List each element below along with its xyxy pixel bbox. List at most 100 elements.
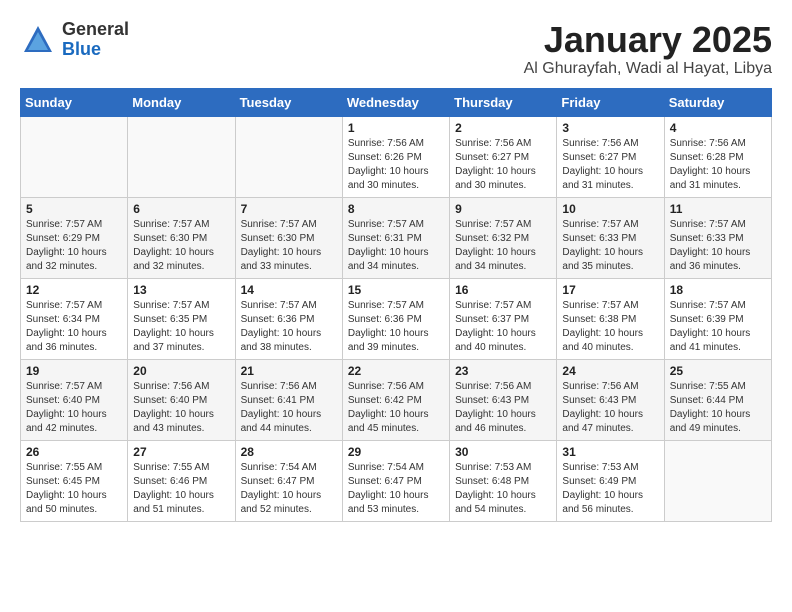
week-row-3: 12 Sunrise: 7:57 AMSunset: 6:34 PMDayligh… [21, 278, 772, 359]
day-info: Sunrise: 7:56 AMSunset: 6:28 PMDaylight:… [670, 137, 766, 193]
day-info: Sunrise: 7:53 AMSunset: 6:48 PMDaylight:… [455, 461, 551, 517]
day-number: 8 [348, 202, 444, 216]
day-info: Sunrise: 7:57 AMSunset: 6:29 PMDaylight:… [26, 218, 122, 274]
day-info: Sunrise: 7:56 AMSunset: 6:26 PMDaylight:… [348, 137, 444, 193]
day-number: 12 [26, 283, 122, 297]
week-row-4: 19 Sunrise: 7:57 AMSunset: 6:40 PMDayligh… [21, 359, 772, 440]
day-number: 19 [26, 364, 122, 378]
logo: General Blue [20, 20, 129, 60]
day-number: 1 [348, 121, 444, 135]
day-number: 5 [26, 202, 122, 216]
day-cell: 30 Sunrise: 7:53 AMSunset: 6:48 PMDayligh… [450, 440, 557, 521]
calendar-subtitle: Al Ghurayfah, Wadi al Hayat, Libya [524, 60, 772, 78]
logo-blue-text: Blue [62, 40, 129, 60]
day-number: 31 [562, 445, 658, 459]
day-cell [235, 116, 342, 197]
day-cell: 28 Sunrise: 7:54 AMSunset: 6:47 PMDayligh… [235, 440, 342, 521]
day-info: Sunrise: 7:57 AMSunset: 6:31 PMDaylight:… [348, 218, 444, 274]
day-cell: 7 Sunrise: 7:57 AMSunset: 6:30 PMDaylight… [235, 197, 342, 278]
day-info: Sunrise: 7:56 AMSunset: 6:41 PMDaylight:… [241, 380, 337, 436]
logo-text: General Blue [62, 20, 129, 60]
logo-icon [20, 22, 56, 58]
day-number: 3 [562, 121, 658, 135]
day-number: 7 [241, 202, 337, 216]
day-info: Sunrise: 7:57 AMSunset: 6:33 PMDaylight:… [670, 218, 766, 274]
week-row-5: 26 Sunrise: 7:55 AMSunset: 6:45 PMDayligh… [21, 440, 772, 521]
day-cell: 14 Sunrise: 7:57 AMSunset: 6:36 PMDayligh… [235, 278, 342, 359]
day-number: 20 [133, 364, 229, 378]
day-info: Sunrise: 7:55 AMSunset: 6:44 PMDaylight:… [670, 380, 766, 436]
day-info: Sunrise: 7:57 AMSunset: 6:34 PMDaylight:… [26, 299, 122, 355]
week-row-2: 5 Sunrise: 7:57 AMSunset: 6:29 PMDaylight… [21, 197, 772, 278]
day-cell: 18 Sunrise: 7:57 AMSunset: 6:39 PMDayligh… [664, 278, 771, 359]
header-day-thursday: Thursday [450, 88, 557, 116]
header-day-saturday: Saturday [664, 88, 771, 116]
day-number: 14 [241, 283, 337, 297]
day-info: Sunrise: 7:56 AMSunset: 6:43 PMDaylight:… [455, 380, 551, 436]
day-cell: 20 Sunrise: 7:56 AMSunset: 6:40 PMDayligh… [128, 359, 235, 440]
day-number: 16 [455, 283, 551, 297]
day-number: 26 [26, 445, 122, 459]
day-cell: 21Sunrise: 7:56 AMSunset: 6:41 PMDayligh… [235, 359, 342, 440]
day-number: 22 [348, 364, 444, 378]
day-info: Sunrise: 7:57 AMSunset: 6:36 PMDaylight:… [241, 299, 337, 355]
day-info: Sunrise: 7:56 AMSunset: 6:27 PMDaylight:… [562, 137, 658, 193]
title-block: January 2025 Al Ghurayfah, Wadi al Hayat… [524, 20, 772, 78]
header-day-monday: Monday [128, 88, 235, 116]
day-info: Sunrise: 7:53 AMSunset: 6:49 PMDaylight:… [562, 461, 658, 517]
day-cell: 23 Sunrise: 7:56 AMSunset: 6:43 PMDayligh… [450, 359, 557, 440]
day-info: Sunrise: 7:56 AMSunset: 6:40 PMDaylight:… [133, 380, 229, 436]
page-header: General Blue January 2025 Al Ghurayfah, … [20, 20, 772, 78]
day-cell: 12 Sunrise: 7:57 AMSunset: 6:34 PMDayligh… [21, 278, 128, 359]
day-number: 4 [670, 121, 766, 135]
day-number: 2 [455, 121, 551, 135]
day-number: 10 [562, 202, 658, 216]
day-info: Sunrise: 7:57 AMSunset: 6:30 PMDaylight:… [241, 218, 337, 274]
day-cell: 9 Sunrise: 7:57 AMSunset: 6:32 PMDaylight… [450, 197, 557, 278]
week-row-1: 1 Sunrise: 7:56 AMSunset: 6:26 PMDaylight… [21, 116, 772, 197]
day-info: Sunrise: 7:57 AMSunset: 6:39 PMDaylight:… [670, 299, 766, 355]
day-info: Sunrise: 7:54 AMSunset: 6:47 PMDaylight:… [348, 461, 444, 517]
day-cell [664, 440, 771, 521]
day-info: Sunrise: 7:54 AMSunset: 6:47 PMDaylight:… [241, 461, 337, 517]
day-info: Sunrise: 7:56 AMSunset: 6:43 PMDaylight:… [562, 380, 658, 436]
day-number: 24 [562, 364, 658, 378]
day-number: 23 [455, 364, 551, 378]
day-number: 29 [348, 445, 444, 459]
day-info: Sunrise: 7:56 AMSunset: 6:27 PMDaylight:… [455, 137, 551, 193]
day-info: Sunrise: 7:57 AMSunset: 6:36 PMDaylight:… [348, 299, 444, 355]
day-cell: 17 Sunrise: 7:57 AMSunset: 6:38 PMDayligh… [557, 278, 664, 359]
day-info: Sunrise: 7:57 AMSunset: 6:33 PMDaylight:… [562, 218, 658, 274]
day-number: 18 [670, 283, 766, 297]
day-number: 13 [133, 283, 229, 297]
day-number: 28 [241, 445, 337, 459]
day-cell: 15 Sunrise: 7:57 AMSunset: 6:36 PMDayligh… [342, 278, 449, 359]
day-info: Sunrise: 7:57 AMSunset: 6:40 PMDaylight:… [26, 380, 122, 436]
header-day-friday: Friday [557, 88, 664, 116]
day-number: 6 [133, 202, 229, 216]
day-cell: 19 Sunrise: 7:57 AMSunset: 6:40 PMDayligh… [21, 359, 128, 440]
day-cell: 10 Sunrise: 7:57 AMSunset: 6:33 PMDayligh… [557, 197, 664, 278]
day-number: 25 [670, 364, 766, 378]
header-row: SundayMondayTuesdayWednesdayThursdayFrid… [21, 88, 772, 116]
day-info: Sunrise: 7:55 AMSunset: 6:45 PMDaylight:… [26, 461, 122, 517]
day-cell: 2 Sunrise: 7:56 AMSunset: 6:27 PMDaylight… [450, 116, 557, 197]
day-number: 30 [455, 445, 551, 459]
day-cell [21, 116, 128, 197]
day-cell: 6Sunrise: 7:57 AMSunset: 6:30 PMDaylight… [128, 197, 235, 278]
day-number: 27 [133, 445, 229, 459]
day-cell: 3 Sunrise: 7:56 AMSunset: 6:27 PMDaylight… [557, 116, 664, 197]
day-cell: 24 Sunrise: 7:56 AMSunset: 6:43 PMDayligh… [557, 359, 664, 440]
day-cell: 11Sunrise: 7:57 AMSunset: 6:33 PMDayligh… [664, 197, 771, 278]
day-info: Sunrise: 7:57 AMSunset: 6:38 PMDaylight:… [562, 299, 658, 355]
day-info: Sunrise: 7:57 AMSunset: 6:32 PMDaylight:… [455, 218, 551, 274]
day-number: 15 [348, 283, 444, 297]
day-number: 9 [455, 202, 551, 216]
day-cell: 4 Sunrise: 7:56 AMSunset: 6:28 PMDaylight… [664, 116, 771, 197]
day-cell: 26 Sunrise: 7:55 AMSunset: 6:45 PMDayligh… [21, 440, 128, 521]
header-day-sunday: Sunday [21, 88, 128, 116]
day-cell: 22 Sunrise: 7:56 AMSunset: 6:42 PMDayligh… [342, 359, 449, 440]
day-number: 17 [562, 283, 658, 297]
day-info: Sunrise: 7:56 AMSunset: 6:42 PMDaylight:… [348, 380, 444, 436]
day-cell: 16Sunrise: 7:57 AMSunset: 6:37 PMDayligh… [450, 278, 557, 359]
